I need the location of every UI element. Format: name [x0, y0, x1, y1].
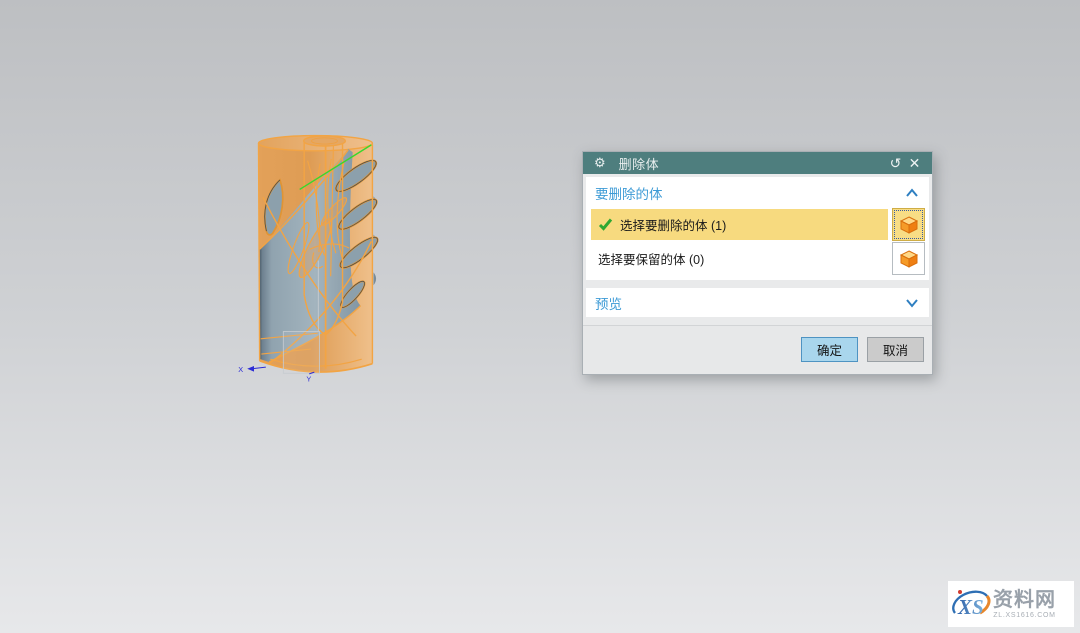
watermark: XS 资料网 ZL.XS1616.COM — [948, 581, 1074, 627]
body-cube-icon — [898, 248, 920, 270]
select-keep-body-row[interactable]: 选择要保留的体 (0) — [586, 242, 929, 275]
watermark-site-url: ZL.XS1616.COM — [993, 612, 1055, 619]
viewport-3d-model[interactable]: X Y — [232, 30, 532, 500]
axis-y-label: Y — [306, 375, 311, 384]
axis-x-label: X — [238, 365, 243, 374]
dialog-titlebar[interactable]: ⚙ 删除体 ↺ ✕ — [583, 152, 932, 174]
inner-tube[interactable] — [304, 136, 346, 146]
cancel-button[interactable]: 取消 — [867, 337, 924, 362]
watermark-logo-text: XS — [957, 595, 984, 619]
close-icon[interactable]: ✕ — [905, 155, 924, 172]
body-cube-icon — [898, 214, 920, 236]
select-body-button-keep[interactable] — [892, 242, 925, 275]
preview-group: 预览 — [586, 288, 929, 317]
dialog-title: 删除体 — [619, 154, 886, 173]
gear-icon: ⚙ — [594, 152, 606, 174]
delete-body-dialog: ⚙ 删除体 ↺ ✕ 要删除的体 选择要删除的体 (1) — [582, 151, 933, 375]
watermark-site-name: 资料网 — [993, 589, 1056, 611]
chevron-up-icon[interactable] — [905, 188, 919, 198]
bodies-to-delete-group: 要删除的体 选择要删除的体 (1) — [586, 177, 929, 280]
select-delete-body-row[interactable]: 选择要删除的体 (1) — [586, 208, 929, 241]
watermark-logo-icon: XS — [951, 585, 991, 623]
select-delete-body-label: 选择要删除的体 (1) — [620, 215, 726, 234]
chevron-down-icon[interactable] — [905, 298, 919, 308]
ok-button[interactable]: 确定 — [801, 337, 858, 362]
reset-icon[interactable]: ↺ — [886, 155, 905, 172]
checkmark-icon — [598, 218, 613, 231]
preview-label: 预览 — [595, 293, 622, 313]
select-keep-body-field[interactable]: 选择要保留的体 (0) — [591, 243, 888, 274]
section-label: 要删除的体 — [595, 183, 663, 203]
cad-application-window: X Y ⚙ 删除体 ↺ ✕ 要删除的体 — [0, 0, 1080, 633]
section-header-bodies-to-delete[interactable]: 要删除的体 — [586, 178, 929, 207]
dialog-footer: 确定 取消 — [583, 325, 932, 374]
select-delete-body-field[interactable]: 选择要删除的体 (1) — [591, 209, 888, 240]
select-body-button-delete[interactable] — [892, 208, 925, 241]
section-header-preview[interactable]: 预览 — [586, 288, 929, 317]
select-keep-body-label: 选择要保留的体 (0) — [598, 249, 704, 268]
